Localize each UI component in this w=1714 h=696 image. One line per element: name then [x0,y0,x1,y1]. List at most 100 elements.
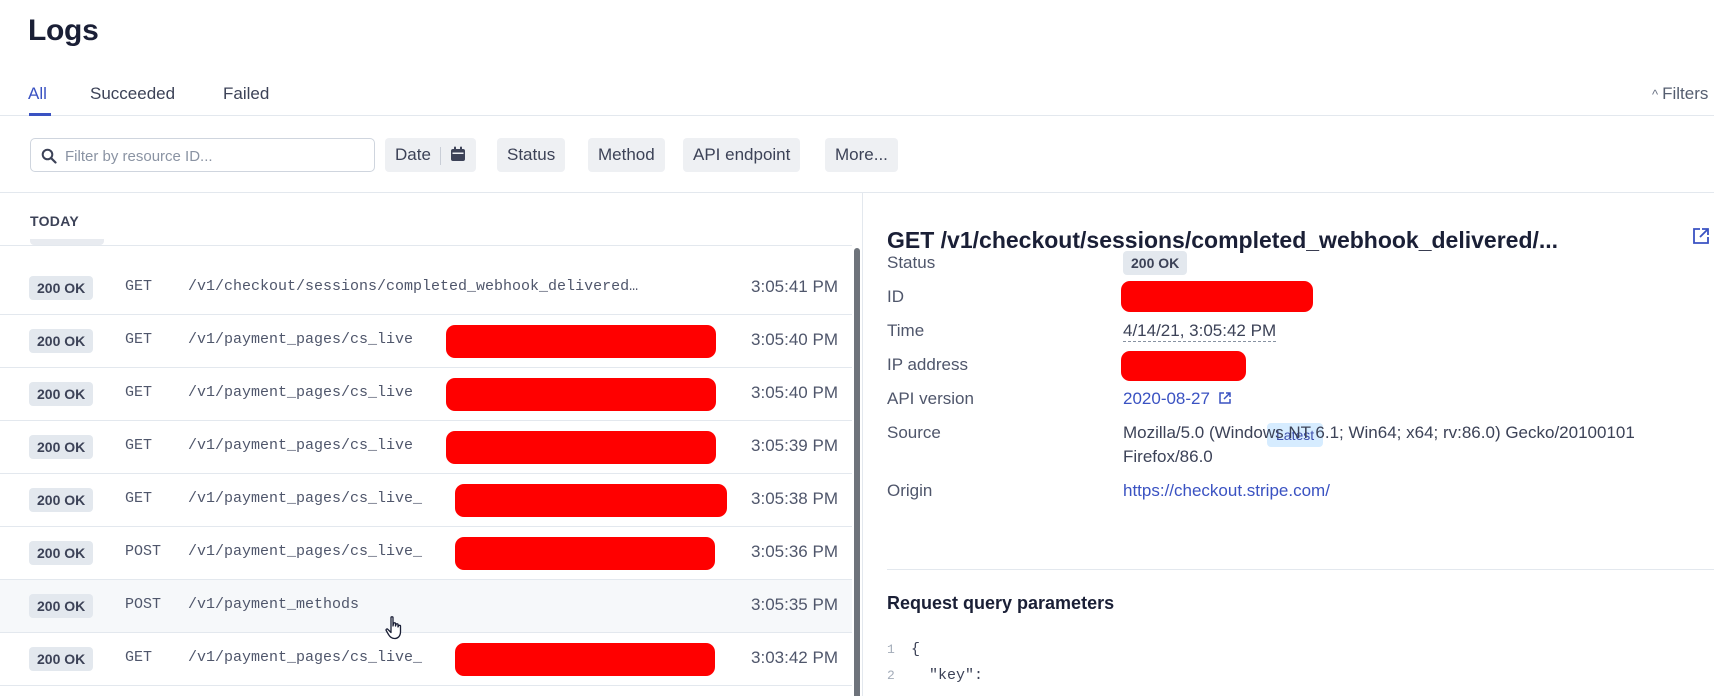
id-label: ID [887,287,904,306]
line-number: 2 [887,668,895,683]
status-badge: 200 OK [29,329,94,353]
request-time: 3:05:39 PM [751,436,838,455]
log-row[interactable]: 200 OK GET /v1/checkout/sessions/complet… [0,262,852,315]
filters-toggle-button[interactable]: ^ Filters [1652,84,1708,104]
source-label: Source [887,423,941,442]
line-number: 1 [887,642,895,657]
status-badge: 200 OK [29,435,94,459]
log-detail-panel: GET /v1/checkout/sessions/completed_webh… [862,193,1714,696]
redaction-mark [446,325,716,358]
request-path: /v1/payment_pages/cs_live_ [188,490,423,507]
origin-link[interactable]: https://checkout.stripe.com/ [1123,481,1330,501]
section-label: TODAY [30,213,79,229]
tab-all[interactable]: All [28,84,47,104]
chip-divider [439,146,441,165]
redaction-mark [1121,351,1246,381]
scrollbar-thumb[interactable] [854,248,860,696]
date-filter-button[interactable]: Date [385,138,476,172]
date-filter-label: Date [395,145,431,164]
request-method: GET [125,490,153,507]
request-method: GET [125,331,153,348]
code-line: 1{ [887,641,920,658]
ip-address-label: IP address [887,355,968,374]
log-row[interactable]: 200 OK POST /v1/payment_methods 3:05:35 … [0,580,852,633]
detail-title: GET /v1/checkout/sessions/completed_webh… [887,227,1559,253]
source-value-continued: Firefox/86.0 [1123,447,1213,466]
divider [0,245,852,246]
request-time: 3:05:38 PM [751,489,838,508]
time-value[interactable]: 4/14/21, 3:05:42 PM [1123,321,1277,342]
request-path: /v1/payment_pages/cs_live [188,384,414,401]
request-method: GET [125,384,153,401]
request-method: GET [125,278,153,295]
log-list: TODAY 200 OK GET /v1/checkout/sessions/c… [0,193,862,696]
tab-bar: All Succeeded Failed ^ Filters [0,80,1714,116]
tab-succeeded[interactable]: Succeeded [90,84,175,104]
calendar-icon [450,146,465,161]
request-method: POST [125,543,162,560]
request-path: /v1/payment_pages/cs_live [188,437,414,454]
page-title: Logs [28,14,99,47]
status-label: Status [887,253,936,272]
redaction-mark [446,378,716,411]
request-path: /v1/payment_pages/cs_live_ [188,649,423,666]
partial-status-badge [30,239,104,245]
log-row[interactable]: 200 OK GET /v1/payment_pages/cs_live_ 3:… [0,633,852,686]
code-text: "key": [911,667,984,684]
request-time: 3:05:35 PM [751,595,838,614]
redaction-mark [455,484,727,517]
filters-toggle-label: Filters [1662,84,1709,103]
source-value: Mozilla/5.0 (Windows NT 6.1; Win64; x64;… [1123,423,1635,442]
log-row[interactable]: 200 OK GET /v1/payment_pages/cs_live 3:0… [0,315,852,368]
status-filter-button[interactable]: Status [497,138,566,172]
status-badge: 200 OK [29,541,94,565]
status-badge: 200 OK [29,488,94,512]
request-time: 3:03:42 PM [751,648,838,667]
request-method: GET [125,437,153,454]
log-row[interactable]: 200 OK GET /v1/payment_pages/cs_live_ 3:… [0,474,852,527]
status-badge: 200 OK [29,382,94,406]
search-field[interactable] [30,138,375,172]
list-scrollbar[interactable] [852,248,862,696]
api-version-label: API version [887,389,974,408]
method-filter-button[interactable]: Method [588,138,665,172]
request-time: 3:05:36 PM [751,542,838,561]
code-text: { [911,641,921,658]
api-version-value: 2020-08-27 [1123,389,1210,408]
request-query-heading: Request query parameters [887,593,1115,613]
hand-cursor-icon [385,616,402,640]
request-method: POST [125,596,162,613]
request-path: /v1/payment_methods [188,596,360,613]
api-endpoint-filter-button[interactable]: API endpoint [683,138,801,172]
time-label: Time [887,321,925,340]
log-row[interactable]: 200 OK GET /v1/payment_pages/cs_live 3:0… [0,368,852,421]
redaction-mark [446,431,716,464]
request-method: GET [125,649,153,666]
log-row[interactable]: 200 OK POST /v1/payment_pages/cs_live_ 3… [0,527,852,580]
request-path: /v1/payment_pages/cs_live [188,331,414,348]
status-badge: 200 OK [29,276,94,300]
redaction-mark [455,643,715,676]
request-time: 3:05:40 PM [751,330,838,349]
external-link-icon[interactable] [1691,226,1711,246]
request-time: 3:05:41 PM [751,277,838,296]
status-badge: 200 OK [1123,251,1188,275]
request-time: 3:05:40 PM [751,383,838,402]
search-icon [41,148,57,164]
redaction-mark [455,537,715,570]
log-row[interactable]: 200 OK GET /v1/payment_pages/cs_live 3:0… [0,421,852,474]
api-version-link[interactable]: 2020-08-27 [1123,389,1232,409]
status-badge: 200 OK [29,647,94,671]
external-link-icon [1218,392,1231,404]
search-input[interactable] [65,145,365,167]
divider [887,569,1714,570]
more-filters-button[interactable]: More... [825,138,898,172]
status-badge: 200 OK [29,594,94,618]
active-tab-indicator [29,113,51,116]
tab-failed[interactable]: Failed [223,84,269,104]
redaction-mark [1121,281,1313,312]
request-path: /v1/checkout/sessions/completed_webhook_… [188,278,639,295]
origin-label: Origin [887,481,933,500]
chevron-up-icon: ^ [1652,87,1659,102]
request-path: /v1/payment_pages/cs_live_ [188,543,423,560]
